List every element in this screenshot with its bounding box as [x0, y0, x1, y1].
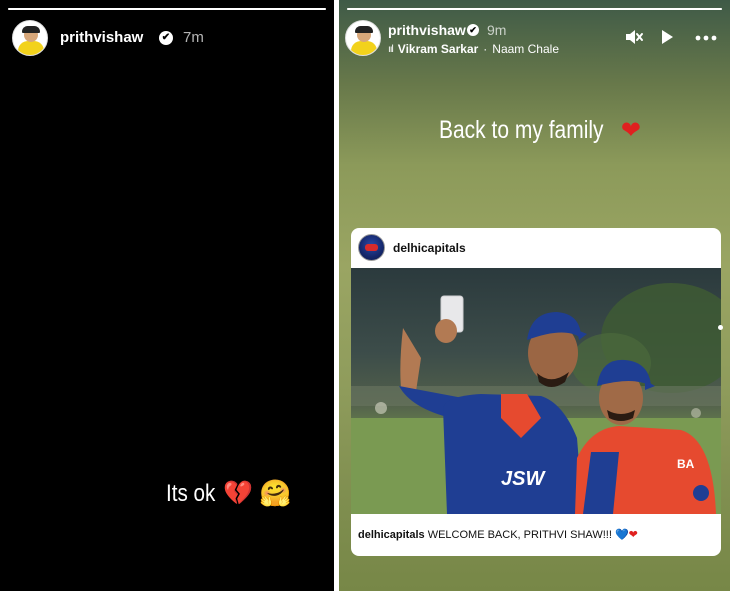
avatar-shirt	[18, 41, 44, 55]
selfie-photo-illustration: JSW BA	[351, 283, 721, 514]
shared-post-caption: delhicapitals WELCOME BACK, PRITHVI SHAW…	[358, 528, 638, 541]
avatar[interactable]	[345, 20, 381, 56]
shared-post-caption-text: WELCOME BACK, PRITHVI SHAW!!!	[427, 529, 612, 541]
music-artist: Vikram Sarkar	[397, 42, 479, 56]
shared-post-card[interactable]: delhicapitals JSW BA delhicapitals WELCO…	[351, 228, 721, 556]
broken-heart-emoji-icon: 💔	[223, 480, 254, 507]
story-caption-text: Back to my family	[439, 116, 604, 144]
story-progress-bar	[8, 8, 326, 10]
story-progress-bar	[347, 8, 722, 10]
story-progress-fill	[347, 8, 722, 10]
story-progress-fill	[8, 8, 326, 10]
verified-icon: ✔	[467, 24, 479, 36]
avatar-shirt	[351, 41, 377, 55]
shared-post-photo[interactable]: JSW BA	[351, 268, 721, 514]
story-caption: Its ok 💔 🤗	[166, 478, 292, 509]
avatar-cap	[355, 26, 373, 33]
red-heart-emoji-icon: ❤	[620, 117, 641, 144]
story-right[interactable]: prithvishaw ✔ 9m ııl Vikram Sarkar · Naa…	[339, 0, 730, 591]
more-options-icon[interactable]	[693, 28, 719, 50]
music-bars-icon: ııl	[388, 43, 394, 55]
jersey-sponsor-text: JSW	[501, 468, 546, 490]
mute-icon[interactable]	[623, 28, 645, 50]
play-icon[interactable]	[657, 28, 677, 50]
music-attribution[interactable]: ııl Vikram Sarkar · Naam Chale	[388, 42, 559, 56]
shared-post-header[interactable]: delhicapitals	[351, 228, 721, 268]
hugging-face-emoji-icon: 🤗	[259, 478, 292, 508]
story-caption: Back to my family ❤	[439, 116, 641, 145]
story-username[interactable]: prithvishaw	[60, 29, 143, 46]
play-icon-glyph	[662, 30, 673, 44]
story-time: 7m	[183, 29, 204, 46]
story-time: 9m	[487, 22, 507, 38]
shared-post-username[interactable]: delhicapitals	[393, 241, 466, 255]
jersey-text-right: BA	[677, 457, 695, 471]
music-song: Naam Chale	[492, 42, 559, 56]
story-caption-text: Its ok	[166, 479, 216, 507]
avatar[interactable]	[12, 20, 48, 56]
story-username[interactable]: prithvishaw	[388, 22, 466, 38]
side-indicator-dot	[718, 325, 723, 330]
avatar-cap	[22, 26, 40, 33]
shared-post-caption-username[interactable]: delhicapitals	[358, 529, 425, 541]
music-separator: ·	[483, 42, 488, 56]
more-options-icon-glyph	[695, 35, 717, 41]
delhi-capitals-logo-icon	[358, 234, 385, 261]
mute-icon-glyph	[626, 30, 643, 44]
story-left[interactable]: prithvishaw ✔ 7m Its ok 💔 🤗	[0, 0, 334, 591]
blue-heart-emoji-icon: 💙	[614, 529, 629, 541]
verified-icon: ✔	[159, 31, 173, 45]
red-heart-emoji-icon: ❤	[628, 529, 638, 541]
